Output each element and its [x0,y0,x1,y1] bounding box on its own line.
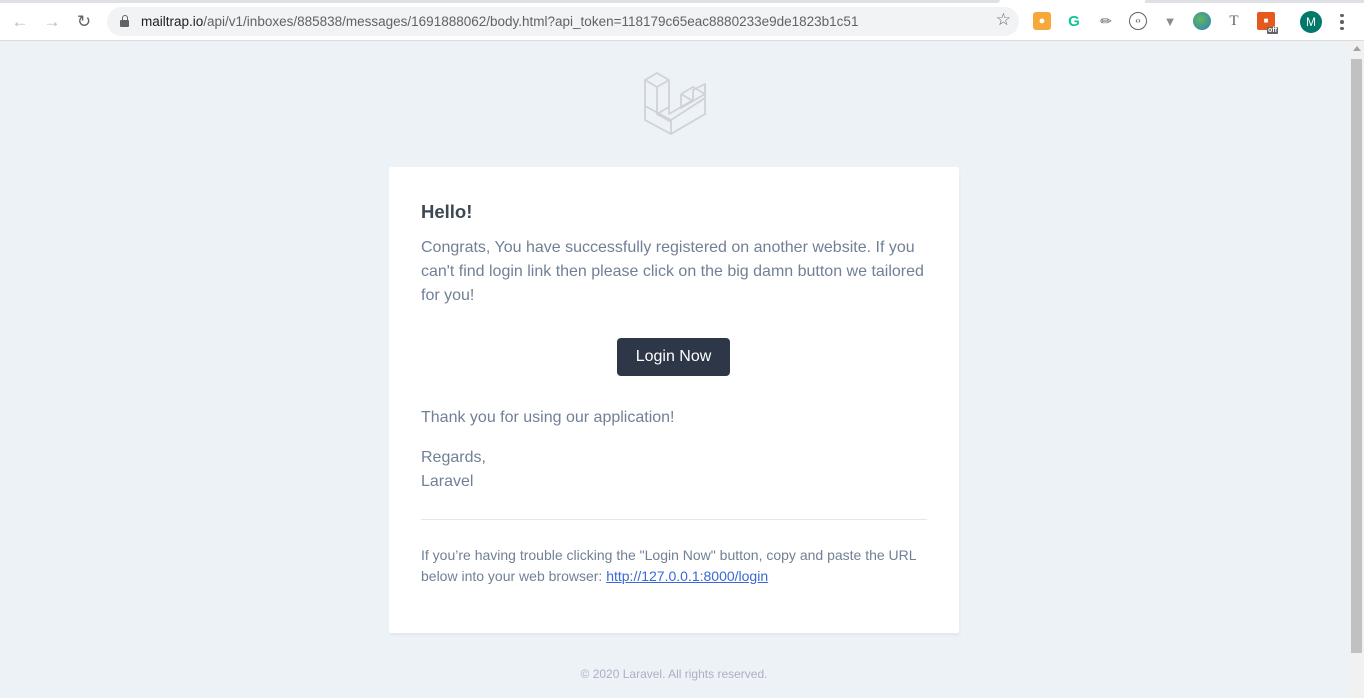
tab-strip-edge-right [1145,0,1364,3]
bookmark-star-icon[interactable]: ☆ [996,11,1011,28]
email-intro-text: Congrats, You have successfully register… [421,239,924,304]
kebab-menu-icon[interactable] [1335,11,1349,33]
profile-avatar[interactable]: M [1300,11,1322,33]
scrollbar-thumb[interactable] [1351,59,1362,653]
email-signature: Regards, Laravel [421,446,486,494]
url-path: /api/v1/inboxes/885838/messages/16918880… [203,14,859,29]
address-bar[interactable]: mailtrap.io/api/v1/inboxes/885838/messag… [107,7,1019,36]
scroll-up-arrow-icon[interactable] [1353,46,1361,51]
grammarly-icon[interactable]: G [1065,12,1083,30]
lock-icon[interactable] [120,15,129,27]
browser-toolbar: ← → ↻ mailtrap.io/api/v1/inboxes/885838/… [0,0,1364,41]
vuejs-devtools-icon[interactable]: ▼ [1161,12,1179,30]
extension-8-icon[interactable]: ■ off [1257,12,1278,34]
reload-icon[interactable]: ↻ [72,9,96,33]
regards-line: Regards, [421,449,486,466]
tab-strip-edge [0,0,1000,3]
login-url-link[interactable]: http://127.0.0.1:8000/login [606,568,768,584]
sender-name: Laravel [421,473,474,490]
login-now-button[interactable]: Login Now [617,338,730,376]
vertical-scrollbar[interactable] [1349,41,1364,698]
extension-off-badge: off [1267,27,1278,34]
subcopy-divider [421,519,927,520]
extension-6-icon[interactable] [1193,12,1211,30]
extension-3-icon[interactable]: ✏ [1097,12,1115,30]
email-card: Hello! Congrats, You have successfully r… [389,167,959,633]
extension-4-icon[interactable]: ‹› [1129,12,1147,30]
laravel-logo-icon [644,72,706,135]
extension-7-icon[interactable]: T [1225,12,1243,30]
subcopy: If you’re having trouble clicking the "L… [421,545,927,587]
url-text[interactable]: mailtrap.io/api/v1/inboxes/885838/messag… [141,14,858,29]
email-footer: © 2020 Laravel. All rights reserved. [580,667,768,681]
email-thanks-text: Thank you for using our application! [421,409,675,426]
back-arrow-icon[interactable]: ← [8,9,32,33]
forward-arrow-icon[interactable]: → [40,9,64,33]
extension-1-icon[interactable]: ● [1033,12,1051,30]
email-greeting: Hello! [421,201,473,222]
url-host: mailtrap.io [141,14,204,29]
